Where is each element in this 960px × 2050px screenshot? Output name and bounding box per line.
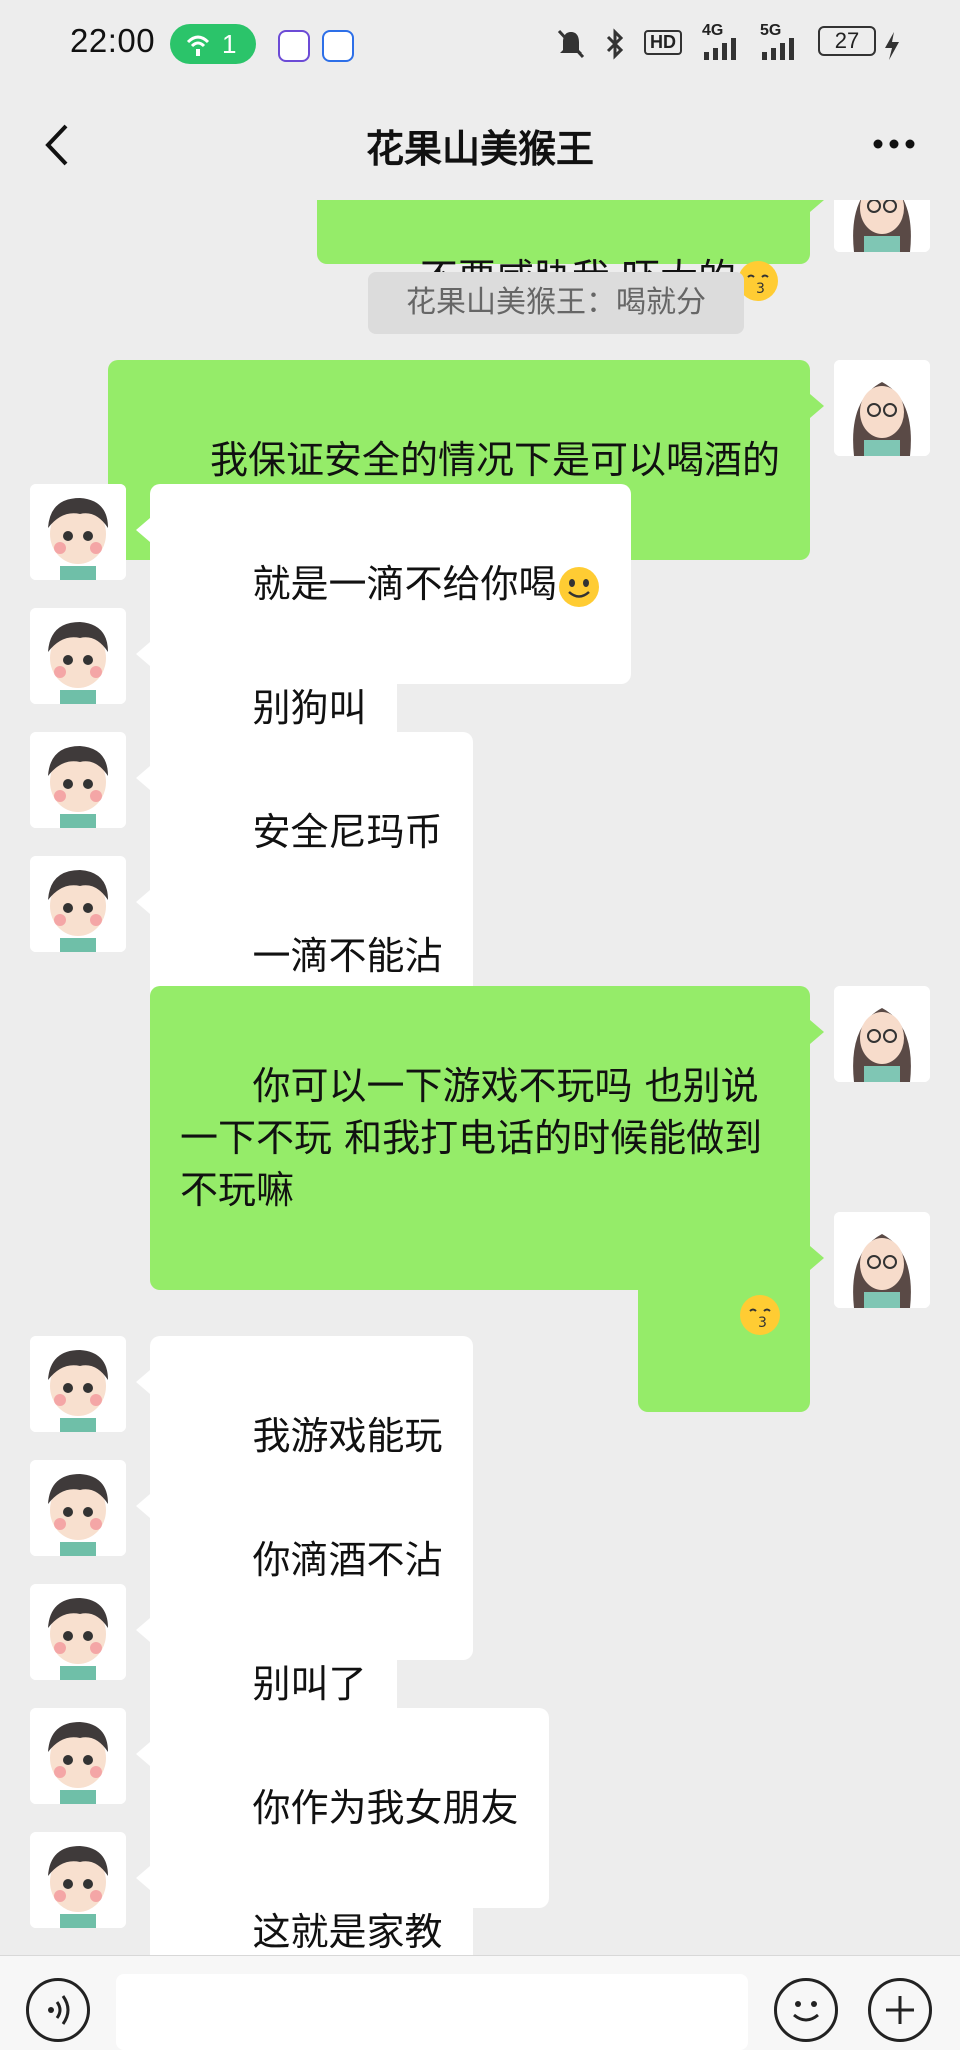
message-row: 你可以一下游戏不玩吗 也别说一下不玩 和我打电话的时候能做到不玩嘛 xyxy=(0,986,960,1290)
chat-header: 花果山美猴王 xyxy=(0,90,960,200)
more-actions-button[interactable] xyxy=(868,1978,932,2042)
message-text: 你可以一下游戏不玩吗 也别说一下不玩 和我打电话的时候能做到不玩嘛 xyxy=(180,1064,763,1212)
hotspot-count: 1 xyxy=(222,29,237,59)
plus-icon xyxy=(886,1996,914,2024)
message-row: 别叫了 xyxy=(0,1584,960,1784)
my-avatar[interactable] xyxy=(834,360,930,456)
system-notice: 花果山美猴王：喝就分 xyxy=(368,272,744,334)
message-list[interactable]: 不要威胁我 吓大的3 花果山美猴王：喝就分 我保证安全的情况下是可以喝酒的 就是… xyxy=(0,200,960,1955)
message-row: 3 xyxy=(0,1212,960,1412)
message-row: 一滴不能沾 xyxy=(0,856,960,1056)
message-text: 这就是家教 xyxy=(252,1910,443,1954)
message-row: 你作为我女朋友 xyxy=(0,1708,960,1908)
contact-avatar[interactable] xyxy=(30,608,126,704)
message-row: 就是一滴不给你喝 xyxy=(0,484,960,684)
emoji-button[interactable] xyxy=(774,1978,838,2042)
message-text: 我保证安全的情况下是可以喝酒的 xyxy=(209,438,780,482)
emoji-face-icon xyxy=(793,2001,819,2022)
signal-icon xyxy=(704,38,736,60)
status-time: 22:00 xyxy=(70,22,156,59)
contact-avatar[interactable] xyxy=(30,856,126,952)
contact-avatar[interactable] xyxy=(30,1832,126,1928)
smile-emoji-icon xyxy=(558,566,599,607)
input-bar xyxy=(0,1955,960,2050)
message-text: 别狗叫 xyxy=(252,686,367,730)
mute-bell-icon xyxy=(557,29,585,59)
notification-app-icon xyxy=(322,30,354,62)
hotspot-icon xyxy=(186,35,210,56)
hotspot-badge: 1 xyxy=(170,24,256,64)
contact-avatar[interactable] xyxy=(30,1708,126,1804)
message-row: 我游戏能玩 xyxy=(0,1336,960,1536)
voice-icon xyxy=(48,1995,70,2025)
notification-app-icon xyxy=(278,30,310,62)
contact-avatar[interactable] xyxy=(30,732,126,828)
my-avatar[interactable] xyxy=(834,200,930,252)
message-row: 安全尼玛币 xyxy=(0,732,960,932)
message-row: 我保证安全的情况下是可以喝酒的 xyxy=(0,360,960,560)
svg-text:3: 3 xyxy=(758,1315,767,1331)
contact-avatar[interactable] xyxy=(30,1336,126,1432)
message-bubble-incoming[interactable]: 这就是家教 xyxy=(136,1832,473,1955)
kiss-emoji-icon: 3 xyxy=(740,1294,780,1335)
network-hd-label: HD xyxy=(644,30,682,55)
message-text: 你滴酒不沾 xyxy=(252,1538,443,1582)
message-input[interactable] xyxy=(116,1974,748,2050)
signal-icon xyxy=(762,38,794,60)
system-icons: HD 4G 5G 27 xyxy=(556,22,916,66)
contact-avatar[interactable] xyxy=(30,1584,126,1680)
message-text: 我游戏能玩 xyxy=(252,1414,443,1458)
status-bar: 22:00 1 HD 4G 5G 27 xyxy=(0,0,960,90)
voice-input-button[interactable] xyxy=(26,1978,90,2042)
message-row: 不要威胁我 吓大的3 xyxy=(0,200,960,301)
bluetooth-icon xyxy=(606,28,624,60)
contact-avatar[interactable] xyxy=(30,1460,126,1556)
svg-text:3: 3 xyxy=(756,281,765,297)
message-row: 这就是家教 xyxy=(0,1832,960,1955)
message-bubble-outgoing[interactable]: 不要威胁我 吓大的3 xyxy=(317,200,824,301)
battery-level: 27 xyxy=(818,26,876,56)
message-row: 你滴酒不沾 xyxy=(0,1460,960,1660)
contact-avatar[interactable] xyxy=(30,484,126,580)
message-text: 就是一滴不给你喝 xyxy=(252,562,557,606)
my-avatar[interactable] xyxy=(834,1212,930,1308)
message-text: 别叫了 xyxy=(252,1662,367,1706)
charging-icon xyxy=(885,32,899,60)
more-options-icon[interactable] xyxy=(872,138,916,150)
my-avatar[interactable] xyxy=(834,986,930,1082)
message-text: 安全尼玛币 xyxy=(252,810,443,854)
message-row: 别狗叫 xyxy=(0,608,960,808)
message-text: 一滴不能沾 xyxy=(252,934,443,978)
message-text: 你作为我女朋友 xyxy=(252,1786,519,1830)
chat-title: 花果山美猴王 xyxy=(365,127,594,171)
